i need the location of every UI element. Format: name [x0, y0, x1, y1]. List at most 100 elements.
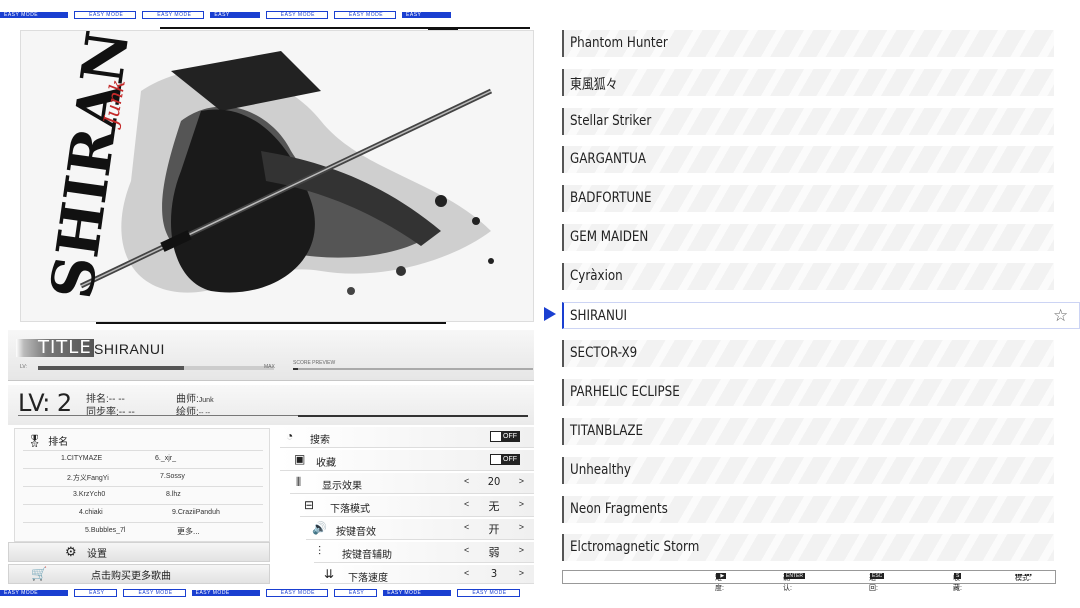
song-name: PARHELIC ECLIPSE — [570, 384, 680, 401]
ticker-segment: EASY MODE — [191, 589, 260, 597]
drop-mode-icon: ⊟ — [304, 498, 315, 512]
ranking-title: 排名 — [48, 437, 69, 448]
drop-speed-row[interactable]: ⇊ 下落速度 < 3 > — [320, 565, 534, 584]
increase-button[interactable]: > — [519, 499, 524, 509]
ranking-row: 1.CITYMAZE 6._xjr_ — [23, 450, 263, 467]
ticker-segment: EASY — [74, 589, 118, 597]
search-toggle[interactable]: OFF — [490, 431, 520, 442]
song-item-selected[interactable]: SHIRANUI — [562, 301, 1080, 329]
song-item[interactable]: 東風狐々 — [562, 68, 1054, 96]
song-name: Cyràxion — [570, 267, 623, 284]
display-effect-stepper[interactable]: < 20 > — [464, 475, 524, 490]
speed-arrows-icon: ⇊ — [324, 567, 335, 581]
increase-button[interactable]: > — [519, 522, 524, 532]
ranking-entry: 2.方义FangYi — [67, 475, 109, 482]
settings-label: 设置 — [87, 548, 107, 560]
bottom-mode-ticker: EASY MODE EASY EASY MODE EASY MODE EASY MODE… — [0, 588, 1080, 598]
ranking-entry: 5.Bubbles_7l — [85, 527, 126, 534]
drop-speed-stepper[interactable]: < 3 > — [464, 567, 524, 582]
settings-button[interactable]: ⚙ 设置 — [8, 542, 270, 562]
song-item[interactable]: SECTOR-X9 — [562, 340, 1054, 368]
drop-mode-value: 无 — [488, 500, 500, 513]
ranking-header: 🎖 排名 — [27, 433, 69, 449]
favorite-star-icon[interactable]: ☆ — [1053, 306, 1068, 326]
ticker-segment: EASY MODE — [123, 589, 186, 597]
ranking-row: 5.Bubbles_7l 更多... — [23, 522, 263, 539]
ticker-segment: EASY — [333, 589, 378, 597]
song-item[interactable]: BADFORTUNE — [562, 185, 1054, 213]
song-item[interactable]: GARGANTUA — [562, 146, 1054, 174]
ticker-segment: EASY MODE — [265, 589, 328, 597]
song-name: SHIRANUI — [570, 307, 628, 324]
increase-button[interactable]: > — [519, 476, 524, 486]
song-name: Neon Fragments — [570, 500, 668, 517]
key-assist-label: 按键音辅助 — [342, 550, 392, 561]
favorite-toggle[interactable]: OFF — [490, 454, 520, 465]
ticker-segment: EASY — [210, 11, 260, 19]
title-panel: TITLE SHIRANUI LV: MAX SCORE PREVIEW — [8, 330, 534, 381]
key-sound-stepper[interactable]: < 开 > — [464, 522, 524, 536]
search-label: 搜索 — [310, 435, 330, 446]
level-panel: LV: 2 排名:-- -- 同步率:-- -- 曲师:Junk 绘师:-- -… — [8, 385, 534, 425]
song-item[interactable]: Phantom Hunter — [562, 30, 1054, 57]
song-name: GARGANTUA — [570, 151, 647, 168]
increase-button[interactable]: > — [519, 545, 524, 555]
cover-art: SHIRANUI Junk — [20, 30, 534, 322]
song-title: SHIRANUI — [94, 341, 165, 357]
difficulty-hint: 难度:◀-▶ — [715, 572, 727, 592]
ranking-entry: 8.lhz — [166, 491, 181, 498]
ticker-segment: EASY MODE — [333, 11, 397, 19]
ticker-segment: EASY MODE — [457, 589, 520, 597]
ranking-entry: 9.CraziiPanduh — [172, 509, 220, 516]
display-effect-label: 显示效果 — [322, 481, 362, 492]
song-item[interactable]: Neon Fragments — [562, 495, 1054, 523]
score-preview-bar — [293, 368, 533, 370]
drop-mode-stepper[interactable]: < 无 > — [464, 499, 524, 513]
increase-button[interactable]: > — [519, 568, 524, 578]
ranking-entry: 3.KrzYch0 — [73, 491, 106, 498]
song-item[interactable]: Stellar Striker — [562, 107, 1054, 135]
song-name: GEM MAIDEN — [570, 229, 649, 245]
speaker-icon: 🔊 — [312, 521, 327, 535]
song-item[interactable]: GEM MAIDEN — [562, 224, 1054, 251]
art-frame-top — [160, 27, 530, 29]
song-item[interactable]: Unhealthy — [562, 456, 1054, 484]
key-assist-stepper[interactable]: < 弱 > — [464, 545, 524, 559]
drop-mode-row[interactable]: ⊟ 下落模式 < 无 > — [300, 496, 534, 517]
key-sound-value: 开 — [488, 523, 500, 536]
ticker-segment: EASY MODE — [0, 589, 69, 597]
key-assist-value: 弱 — [488, 546, 500, 559]
art-frame-bottom — [96, 322, 446, 324]
ranking-more-link[interactable]: 更多... — [177, 526, 200, 537]
song-name: SECTOR-X9 — [570, 345, 638, 362]
ticker-segment: EASY — [402, 11, 452, 19]
song-name: Unhealthy — [570, 461, 631, 478]
buy-more-songs-button[interactable]: 🛒 点击购买更多歌曲 — [8, 564, 270, 584]
song-item[interactable]: Elctromagnetic Storm — [562, 534, 1054, 562]
display-effect-value: 20 — [487, 475, 501, 488]
lv-progress-bar — [38, 366, 274, 370]
key-sound-label: 按键音效 — [336, 527, 376, 538]
key-sound-row[interactable]: 🔊 按键音效 < 开 > — [306, 519, 534, 540]
song-name: BADFORTUNE — [570, 190, 652, 207]
favorite-toggle-row[interactable]: ▣ 收藏 OFF — [280, 450, 534, 471]
key-assist-row[interactable]: ⫶ 按键音辅助 < 弱 > — [314, 542, 534, 563]
bookmark-icon: ▣ — [294, 452, 306, 466]
divider — [298, 415, 528, 417]
top-mode-ticker: EASY MODE EASY MODE EASY MODE EASY EASY MODE… — [0, 10, 1080, 20]
song-name: Phantom Hunter — [570, 35, 668, 51]
song-item[interactable]: PARHELIC ECLIPSE — [562, 379, 1054, 407]
gear-icon: ⚙ — [65, 544, 77, 559]
equalizer-icon: ⫴ — [296, 475, 302, 489]
buy-more-label: 点击购买更多歌曲 — [91, 570, 171, 582]
search-toggle-row[interactable]: ◔ 搜索 OFF — [280, 427, 534, 448]
display-effect-row[interactable]: ⫴ 显示效果 < 20 > — [290, 473, 534, 494]
ticker-segment: EASY MODE — [265, 11, 328, 19]
drop-speed-value: 3 — [490, 567, 498, 580]
ranking-entry: 1.CITYMAZE — [61, 455, 103, 462]
song-item[interactable]: TITANBLAZE — [562, 418, 1054, 445]
song-name: Elctromagnetic Storm — [570, 539, 700, 556]
song-item[interactable]: Cyràxion — [562, 262, 1054, 290]
title-tag: TITLE — [16, 339, 94, 357]
ranking-entry: 4.chiaki — [79, 509, 103, 516]
